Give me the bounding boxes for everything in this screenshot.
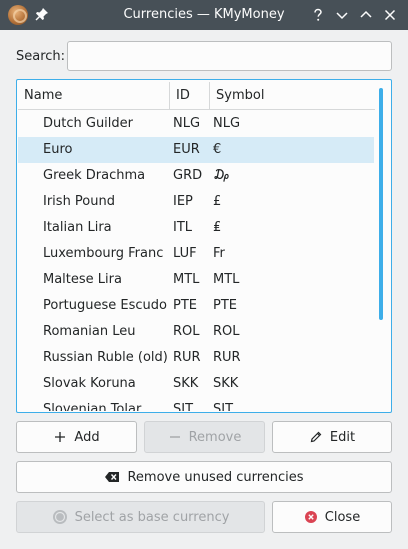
cell-id: IEP — [173, 194, 193, 209]
close-icon — [384, 9, 396, 21]
cell-name: Italian Lira — [43, 220, 112, 235]
cell-symbol: ₯ — [213, 168, 230, 183]
close-circle-icon — [304, 511, 317, 523]
cell-id: SIT — [173, 402, 194, 411]
cell-id: PTE — [173, 298, 197, 313]
table-row[interactable]: Romanian Leu ROL ROL — [18, 319, 374, 345]
table-row[interactable]: Portuguese Escudo PTE PTE — [18, 293, 374, 319]
chevron-down-icon — [336, 12, 348, 20]
close-button[interactable]: Close — [272, 501, 392, 533]
column-header-symbol[interactable]: Symbol — [210, 82, 375, 110]
cell-symbol: Fr — [213, 246, 225, 261]
select-base-currency-button[interactable]: Select as base currency — [16, 501, 265, 533]
cell-name: Maltese Lira — [43, 272, 122, 287]
minus-icon — [169, 436, 180, 438]
cell-name: Irish Pound — [43, 194, 115, 209]
remove-button[interactable]: Remove — [144, 421, 265, 453]
pencil-icon — [310, 431, 322, 443]
cell-symbol: PTE — [213, 298, 237, 313]
cell-name: Slovenian Tolar — [43, 402, 142, 411]
cell-id: LUF — [173, 246, 197, 261]
cell-name: Romanian Leu — [43, 324, 136, 339]
cell-id: ITL — [173, 220, 193, 235]
cell-name: Euro — [43, 142, 73, 157]
maximize-button[interactable] — [356, 5, 376, 25]
currency-table[interactable]: Name ID Symbol Dutch Guilder NLG NLG Euro EU… — [16, 79, 392, 413]
column-header-name[interactable]: Name — [18, 82, 170, 110]
currency-coin-icon — [52, 510, 67, 524]
cell-name: Russian Ruble (old) — [43, 350, 168, 365]
column-header-id[interactable]: ID — [170, 82, 210, 110]
cell-symbol: NLG — [213, 116, 241, 131]
close-window-button[interactable] — [380, 5, 400, 25]
vertical-scrollbar[interactable] — [379, 88, 383, 320]
minimize-button[interactable] — [332, 5, 352, 25]
cell-symbol: € — [213, 142, 222, 157]
table-row[interactable]: Luxembourg Franc LUF Fr — [18, 241, 374, 267]
cell-id: ROL — [173, 324, 200, 339]
cell-symbol: ROL — [213, 324, 240, 339]
table-row[interactable]: Euro EUR € — [18, 137, 374, 163]
cell-name: Dutch Guilder — [43, 116, 133, 131]
table-row[interactable]: Maltese Lira MTL MTL — [18, 267, 374, 293]
table-row[interactable]: Greek Drachma GRD ₯ — [18, 163, 374, 189]
cell-name: Greek Drachma — [43, 168, 146, 183]
title-bar: Currencies — KMyMoney — [0, 0, 408, 30]
table-row[interactable]: Slovak Koruna SKK SKK — [18, 371, 374, 397]
close-button-label: Close — [324, 509, 361, 525]
cell-symbol: SKK — [213, 376, 239, 391]
table-row[interactable]: Russian Ruble (old) RUR RUR — [18, 345, 374, 371]
add-button-label: Add — [74, 429, 100, 445]
cell-id: RUR — [173, 350, 201, 365]
edit-button-label: Edit — [329, 429, 356, 445]
cell-name: Portuguese Escudo — [43, 298, 167, 313]
cell-id: GRD — [173, 168, 203, 183]
table-row[interactable]: Slovenian Tolar SIT SIT — [18, 397, 374, 411]
cell-symbol: £ — [213, 194, 222, 209]
cell-id: NLG — [173, 116, 201, 131]
table-body: Dutch Guilder NLG NLG Euro EUR € Greek Drachma… — [18, 111, 374, 411]
table-row[interactable]: Irish Pound IEP £ — [18, 189, 374, 215]
edit-button[interactable]: Edit — [272, 421, 392, 453]
cell-name: Luxembourg Franc — [43, 246, 164, 261]
add-button[interactable]: Add — [16, 421, 137, 453]
plus-icon — [55, 432, 66, 442]
table-row[interactable]: Dutch Guilder NLG NLG — [18, 111, 374, 137]
search-input[interactable] — [67, 41, 392, 71]
remove-unused-label: Remove unused currencies — [127, 469, 304, 485]
search-label: Search: — [16, 49, 66, 64]
select-base-label: Select as base currency — [74, 509, 230, 525]
cell-id: MTL — [173, 272, 200, 287]
table-header: Name ID Symbol — [18, 82, 375, 110]
cell-symbol: SIT — [213, 402, 234, 411]
remove-button-label: Remove — [188, 429, 242, 445]
chevron-up-icon — [360, 10, 372, 18]
table-row[interactable]: Italian Lira ITL ₤ — [18, 215, 374, 241]
remove-unused-currencies-button[interactable]: Remove unused currencies — [16, 461, 392, 493]
cell-id: EUR — [173, 142, 200, 157]
help-button[interactable] — [308, 5, 328, 25]
backspace-clear-icon — [105, 472, 120, 482]
cell-symbol: RUR — [213, 350, 241, 365]
cell-name: Slovak Koruna — [43, 376, 136, 391]
cell-symbol: MTL — [213, 272, 240, 287]
cell-symbol: ₤ — [213, 220, 222, 235]
question-mark-icon — [314, 8, 322, 21]
cell-id: SKK — [173, 376, 199, 391]
